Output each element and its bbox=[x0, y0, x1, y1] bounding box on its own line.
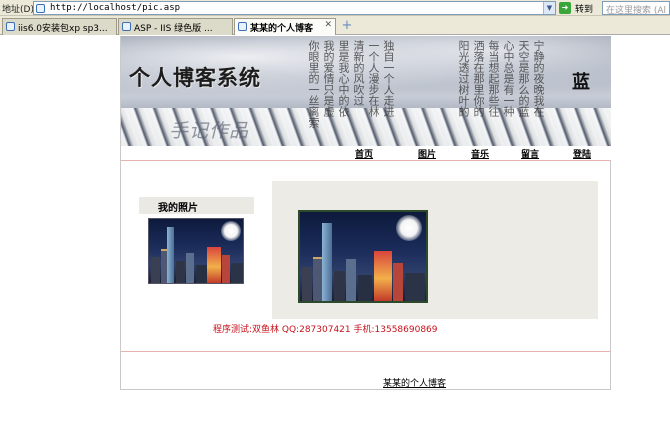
moon-shape bbox=[221, 221, 241, 241]
poem-column: 洒落在那里你的 bbox=[472, 40, 485, 117]
go-button[interactable]: ➜ 转到 bbox=[559, 1, 600, 15]
footer-link[interactable]: 某某的个人博客 bbox=[383, 376, 446, 389]
search-placeholder: 在这里搜索 (Al bbox=[606, 6, 667, 16]
nav-music[interactable]: 音乐 bbox=[471, 147, 489, 160]
go-label: 转到 bbox=[575, 5, 594, 15]
poem-column: 天空是那么的蓝 bbox=[517, 40, 530, 117]
address-input[interactable]: http://localhost/pic.asp ▼ bbox=[33, 1, 556, 15]
go-arrow-icon: ➜ bbox=[559, 2, 571, 14]
poem-column: 宁静的夜晚我在 bbox=[532, 40, 545, 117]
new-tab-icon[interactable]: + bbox=[340, 19, 354, 33]
poem-column: 我的爱情只是虚 bbox=[322, 40, 335, 117]
nav-guestbook[interactable]: 留言 bbox=[521, 147, 539, 160]
tab-label: ASP - IIS 绿色版 ... bbox=[134, 24, 213, 34]
sidebar-title: 我的照片 bbox=[158, 203, 198, 214]
poem-column: 里是我心中的依 bbox=[337, 40, 350, 117]
main-photo[interactable] bbox=[298, 210, 428, 303]
main-nav: 首页 图片 音乐 留言 登陆 bbox=[121, 146, 611, 160]
tab-bar: iis6.0安装包xp sp3... ASP - IIS 绿色版 ... 某某的… bbox=[0, 16, 670, 35]
site-subtitle: 手记作品 bbox=[169, 120, 250, 142]
sidebar-header: 我的照片 bbox=[139, 197, 254, 214]
photo-thumbnail[interactable] bbox=[148, 218, 244, 284]
poem-column: 清新的风吹过 bbox=[352, 40, 365, 106]
blog-page: 你眼里的一丝离索 我的爱情只是虚 里是我心中的依 清新的风吹过 一个人漫步在林 … bbox=[120, 36, 611, 390]
search-input[interactable]: 在这里搜索 (Al bbox=[602, 1, 670, 16]
tab-label: 某某的个人博客 bbox=[250, 24, 314, 34]
poem-column: 阳光透过树叶的 bbox=[457, 40, 470, 117]
poem-right: 阳光透过树叶的 洒落在那里你的 每当想起那些往 心中总是有一种 天空是那么的蓝 … bbox=[456, 40, 556, 138]
poem-left: 你眼里的一丝离索 我的爱情只是虚 里是我心中的依 清新的风吹过 一个人漫步在林 … bbox=[306, 40, 426, 138]
page-icon bbox=[6, 22, 15, 31]
nav-pictures[interactable]: 图片 bbox=[418, 147, 436, 160]
moon-shape bbox=[396, 215, 422, 241]
tab-iis[interactable]: iis6.0安装包xp sp3... bbox=[2, 18, 117, 35]
credit-text: 程序测试:双鱼林 QQ:287307421 手机:13558690869 bbox=[213, 325, 438, 335]
nav-home[interactable]: 首页 bbox=[355, 147, 373, 160]
address-url[interactable]: http://localhost/pic.asp bbox=[50, 3, 180, 13]
page-icon bbox=[36, 4, 45, 13]
poem-column: 独自一个人走进 bbox=[382, 40, 395, 117]
tab-blog[interactable]: 某某的个人博客 ✕ bbox=[234, 18, 336, 35]
footer-divider bbox=[121, 351, 611, 352]
poem-column: 一个人漫步在林 bbox=[367, 40, 380, 117]
site-title: 个人博客系统 bbox=[129, 65, 261, 90]
page-icon bbox=[238, 22, 247, 31]
page-icon bbox=[122, 22, 131, 31]
address-label: 地址(D) bbox=[2, 5, 34, 15]
banner-seal: 蓝 bbox=[572, 72, 590, 93]
poem-column: 每当想起那些往 bbox=[487, 40, 500, 117]
tab-label: iis6.0安装包xp sp3... bbox=[18, 24, 108, 34]
address-bar: 地址(D) http://localhost/pic.asp ▼ ➜ 转到 在这… bbox=[0, 0, 670, 16]
tab-asp[interactable]: ASP - IIS 绿色版 ... bbox=[118, 18, 233, 35]
poem-column: 你眼里的一丝离索 bbox=[307, 40, 320, 128]
nav-login[interactable]: 登陆 bbox=[573, 147, 591, 160]
banner: 你眼里的一丝离索 我的爱情只是虚 里是我心中的依 清新的风吹过 一个人漫步在林 … bbox=[121, 36, 611, 146]
chevron-down-icon[interactable]: ▼ bbox=[543, 2, 555, 14]
poem-column: 心中总是有一种 bbox=[502, 40, 515, 117]
close-icon[interactable]: ✕ bbox=[324, 20, 332, 30]
nav-divider bbox=[121, 160, 611, 161]
